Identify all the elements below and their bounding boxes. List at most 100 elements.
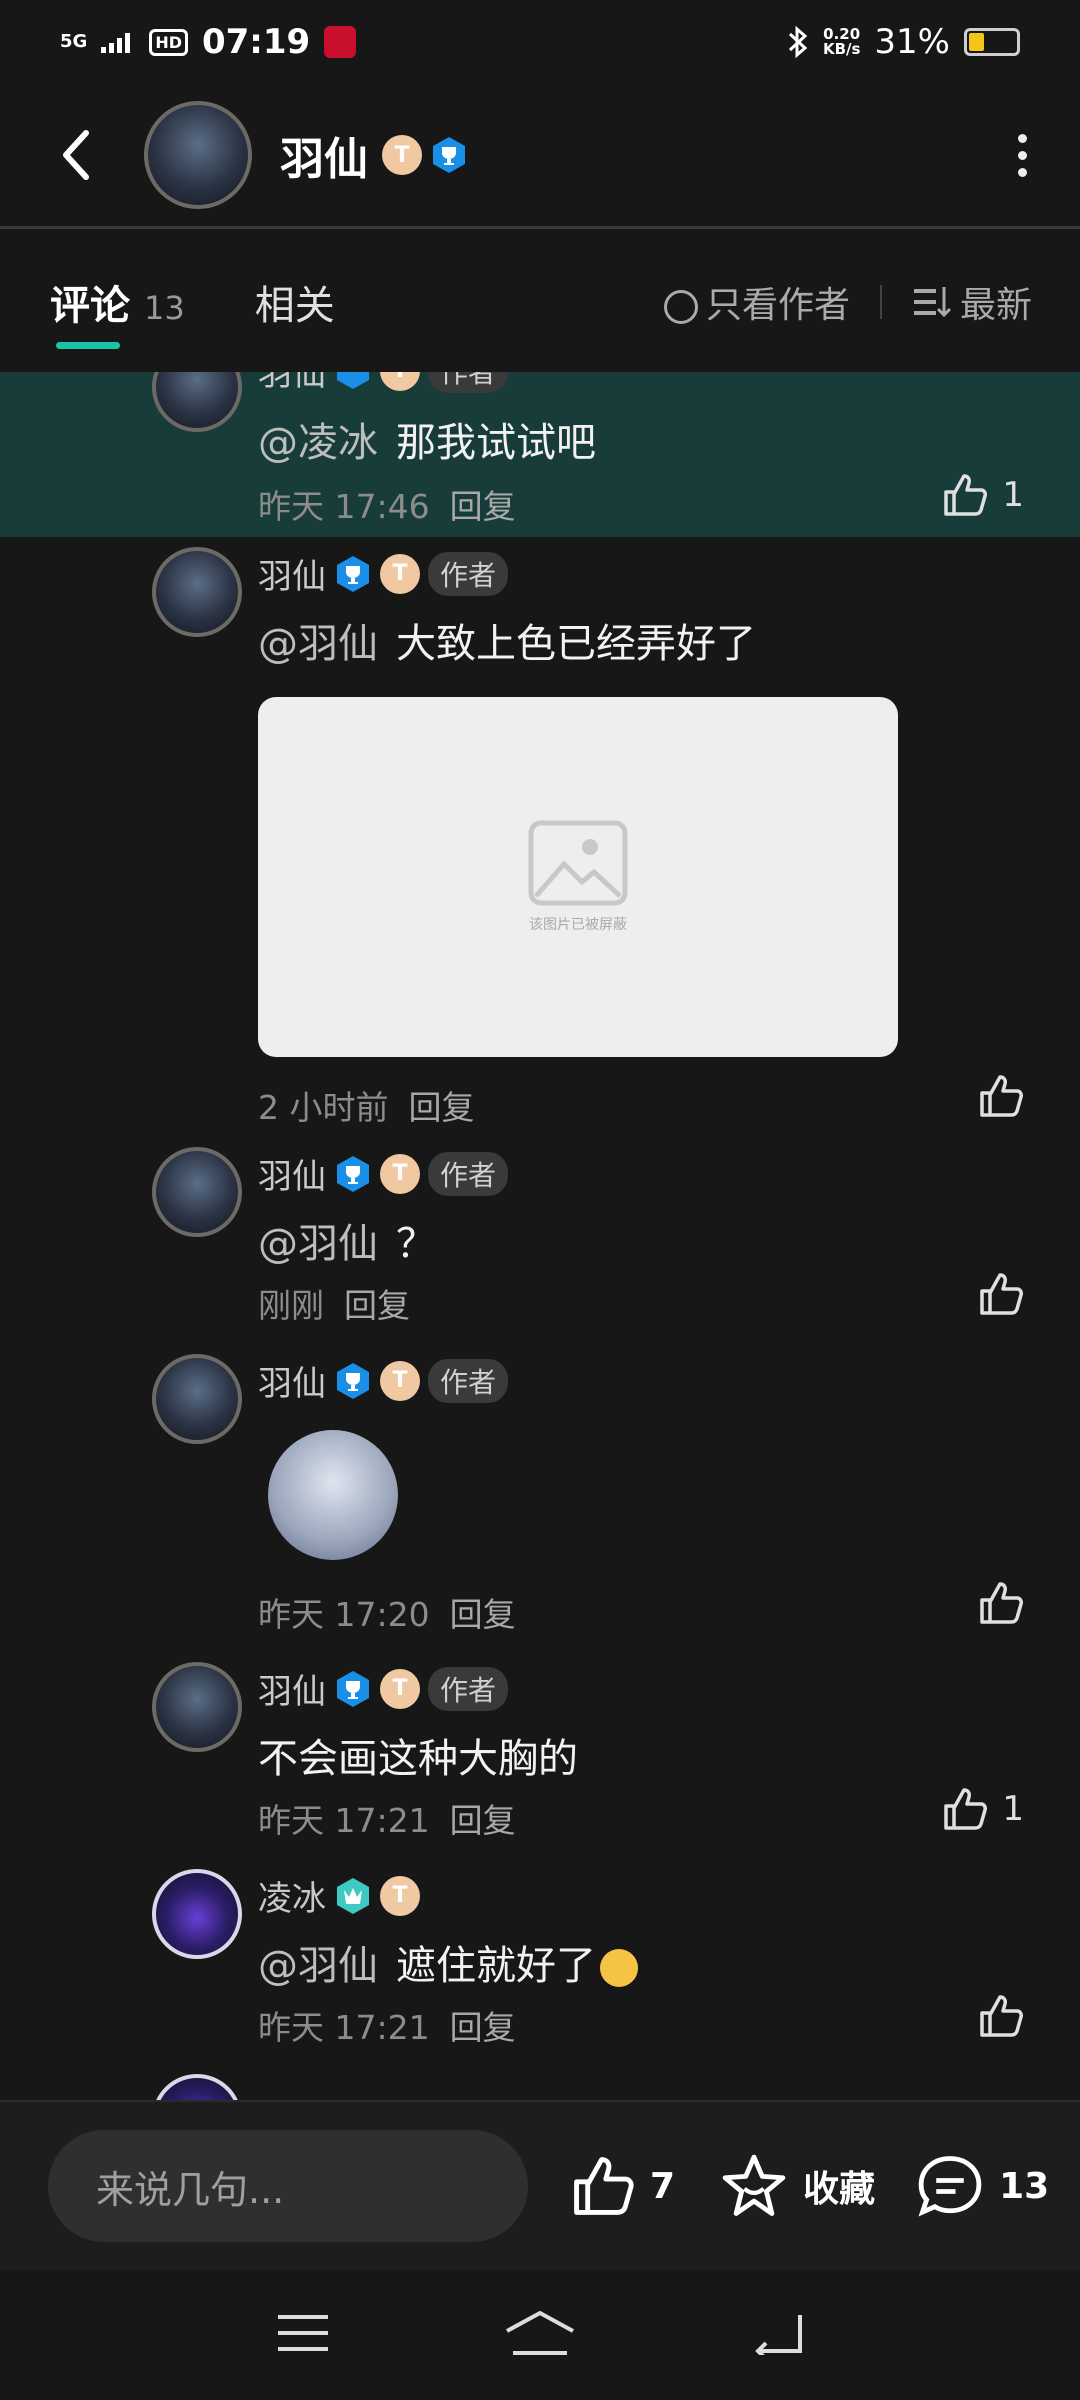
trophy-badge-icon	[334, 555, 372, 593]
menu-icon	[278, 2315, 329, 2351]
comment-author[interactable]: 凌冰 T	[258, 1871, 420, 1920]
comment-count: 13	[999, 2165, 1050, 2207]
level-badge-icon: T	[380, 553, 420, 594]
mention-link[interactable]: @羽仙	[258, 621, 378, 667]
chevron-left-icon	[63, 130, 89, 180]
comment-text: @羽仙 遮住就好了	[258, 1933, 638, 1991]
image-placeholder-icon	[528, 820, 628, 906]
avatar[interactable]	[152, 1869, 242, 1959]
radio-circle-icon	[663, 290, 698, 324]
comment-author[interactable]: 羽仙 T 作者	[258, 372, 509, 395]
star-icon	[722, 2154, 786, 2216]
dot-icon	[1017, 133, 1027, 143]
avatar[interactable]	[152, 372, 242, 432]
level-badge-icon: T	[382, 135, 422, 175]
comment-text: @凌冰 那我试试吧	[258, 420, 596, 466]
avatar[interactable]	[152, 1354, 242, 1444]
comment-text: @羽仙？	[258, 1221, 436, 1267]
recents-button[interactable]	[276, 2313, 330, 2357]
like-button[interactable]	[978, 1993, 1024, 2039]
comment-item[interactable]: 羽仙 T 作者 昨天 17:20 回复	[0, 1342, 1080, 1652]
thumbs-up-icon	[980, 1995, 1023, 2037]
like-button[interactable]: 1	[942, 1786, 1024, 1832]
author-tag: 作者	[428, 1666, 509, 1711]
sort-button[interactable]: 最新	[912, 276, 1032, 328]
favorite-button[interactable]: 收藏	[719, 2153, 875, 2219]
comment-author-name: 凌冰	[258, 1879, 326, 1919]
comment-item[interactable]: 羽仙 T 作者 @羽仙 大致上色已经弄好了 该图片已被屏蔽 2 小时前 回复	[0, 537, 1080, 1137]
back-nav-button[interactable]	[750, 2311, 804, 2361]
like-button[interactable]: 1	[942, 472, 1024, 518]
sort-icon	[913, 287, 952, 318]
comment-item[interactable]: 羽仙 T 作者 不会画这种大胸的 昨天 17:21 回复 1	[0, 1652, 1080, 1859]
author-only-filter[interactable]: 只看作者	[663, 276, 850, 328]
post-like-count: 7	[650, 2165, 676, 2207]
comment-meta: 昨天 17:46 回复	[258, 480, 516, 528]
avatar[interactable]	[152, 1147, 242, 1237]
comment-time: 昨天 17:46	[258, 487, 430, 526]
mention-link[interactable]: @羽仙	[258, 1943, 378, 1989]
bluetooth-icon	[788, 25, 808, 59]
comment-input[interactable]: 来说几句...	[48, 2130, 528, 2242]
thumbs-up-icon	[574, 2157, 634, 2215]
reply-button[interactable]: 回复	[450, 480, 516, 528]
comment-list[interactable]: 羽仙 T 作者 @凌冰那我试试吧 昨天 17:46 回复 1 羽仙 T 作者 @…	[0, 372, 1080, 2100]
reply-button[interactable]: 回复	[344, 1279, 410, 1327]
back-button[interactable]	[46, 125, 106, 185]
bottom-action-bar: 来说几句... 7 收藏 13	[0, 2100, 1080, 2270]
comment-author[interactable]: 羽仙 T 作者	[258, 549, 509, 598]
comment-item[interactable]: 羽仙 T 作者 @羽仙？ 刚刚 回复	[0, 1137, 1080, 1342]
thumbs-up-icon	[944, 474, 988, 516]
sticker-image[interactable]	[268, 1430, 398, 1560]
home-button[interactable]	[503, 2309, 577, 2361]
reply-button[interactable]: 回复	[409, 1081, 475, 1129]
reply-button[interactable]: 回复	[450, 1794, 516, 1842]
thinking-emoji-icon	[600, 1949, 638, 1987]
reply-button[interactable]: 回复	[450, 1588, 516, 1636]
comment-author[interactable]: 羽仙 T 作者	[258, 1356, 509, 1405]
comment-text: @羽仙 大致上色已经弄好了	[258, 621, 756, 667]
like-button[interactable]	[978, 1073, 1024, 1119]
comment-author[interactable]: 羽仙 T 作者	[258, 1149, 509, 1198]
comment-item[interactable]: 凌冰 T @羽仙 遮住就好了 昨天 17:21 回复	[0, 1859, 1080, 2064]
comment-time: 昨天 17:21	[258, 1801, 430, 1840]
network-speed: 0.20 KB/s	[822, 25, 861, 58]
comment-author-name: 羽仙	[258, 372, 326, 394]
author-avatar[interactable]	[144, 101, 252, 209]
level-badge-icon: T	[380, 1360, 420, 1401]
thumbs-up-icon	[980, 1582, 1023, 1624]
mention-link[interactable]: @凌冰	[258, 420, 378, 466]
comments-button[interactable]: 13	[915, 2153, 1049, 2219]
mention-link[interactable]: @羽仙	[258, 1221, 378, 1267]
comment-author-name: 羽仙	[258, 1157, 326, 1197]
level-badge-icon: T	[380, 1153, 420, 1194]
avatar[interactable]	[152, 547, 242, 637]
hd-indicator: HD	[149, 28, 188, 56]
trophy-badge-icon	[430, 136, 468, 174]
status-bar: 5G HD 07:19 0.20 KB/s 31%	[0, 0, 1080, 84]
tab-comments-count: 13	[144, 289, 185, 327]
sort-label: 最新	[959, 285, 1032, 326]
tab-comments[interactable]: 评论 13	[50, 273, 185, 349]
comment-item[interactable]: 羽仙 T 作者 @凌冰那我试试吧 昨天 17:46 回复 1	[0, 372, 1080, 537]
like-button[interactable]	[978, 1580, 1024, 1626]
more-options-button[interactable]	[1012, 133, 1032, 177]
network-indicator: 5G	[60, 31, 88, 52]
avatar[interactable]	[152, 2074, 242, 2100]
comment-text: 不会画这种大胸的	[258, 1736, 578, 1782]
trophy-badge-icon	[334, 1670, 372, 1708]
tab-related[interactable]: 相关	[255, 273, 335, 331]
trophy-badge-icon	[334, 1155, 372, 1193]
comment-author-name: 羽仙	[258, 557, 326, 597]
like-button[interactable]	[978, 1271, 1024, 1317]
blocked-image[interactable]: 该图片已被屏蔽	[258, 697, 898, 1057]
like-post-button[interactable]: 7	[570, 2154, 675, 2218]
dot-icon	[1017, 150, 1027, 160]
thumbs-up-icon	[980, 1075, 1023, 1117]
avatar[interactable]	[152, 1662, 242, 1752]
comment-time: 昨天 17:21	[258, 2008, 430, 2047]
comment-author-name: 羽仙	[258, 1364, 326, 1404]
reply-button[interactable]: 回复	[450, 2001, 516, 2049]
author-tag: 作者	[428, 1358, 509, 1403]
comment-author[interactable]: 羽仙 T 作者	[258, 1664, 509, 1713]
